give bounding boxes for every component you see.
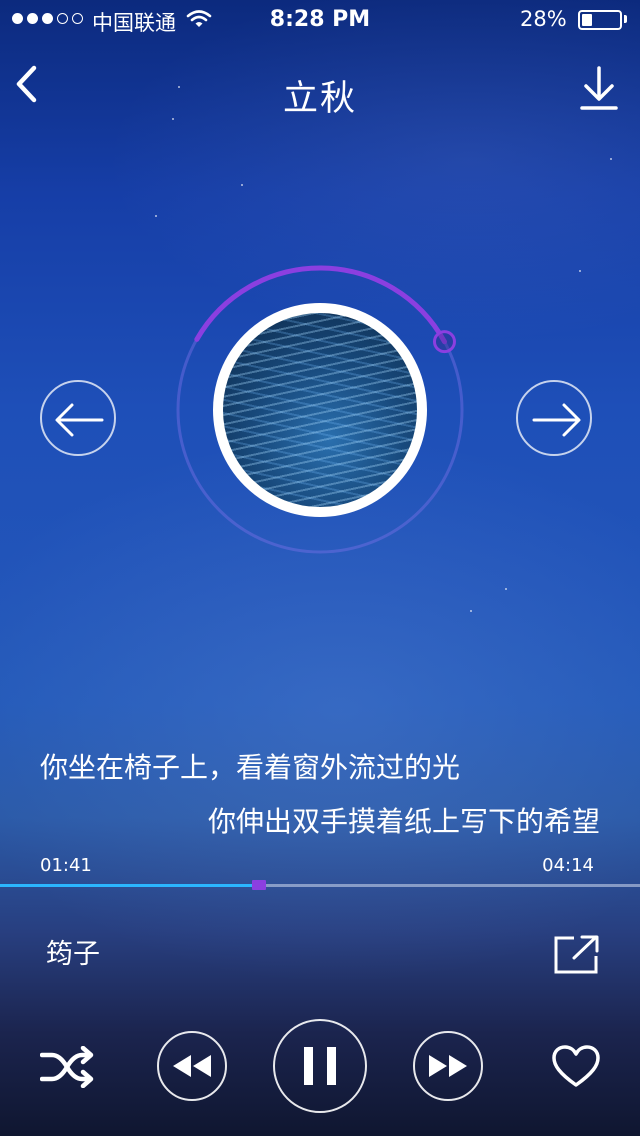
- song-title: 立秋: [282, 79, 357, 119]
- progress-thumb[interactable]: [252, 880, 267, 890]
- pause-button[interactable]: [273, 1019, 367, 1113]
- rewind-button[interactable]: [157, 1031, 227, 1101]
- battery-percent: 28%: [520, 7, 567, 31]
- artist-name: 筠子: [46, 939, 100, 970]
- star: [241, 184, 243, 186]
- download-button[interactable]: [576, 64, 622, 114]
- battery-nub: [624, 15, 627, 23]
- arrow-right-icon: [532, 403, 581, 437]
- favorite-button[interactable]: [551, 1044, 601, 1090]
- share-icon: [554, 935, 599, 974]
- arrow-left-icon: [55, 403, 104, 437]
- star: [579, 270, 581, 272]
- album-art: [213, 303, 427, 517]
- star: [610, 158, 612, 160]
- progress-fill: [0, 884, 260, 887]
- shuffle-button[interactable]: [40, 1046, 94, 1088]
- download-icon: [580, 66, 618, 110]
- fast-forward-icon: [429, 1055, 467, 1077]
- shuffle-icon: [40, 1046, 94, 1088]
- time-total: 04:14: [542, 855, 594, 876]
- status-bar: 中国联通 8:28 PM 28%: [0, 0, 640, 40]
- star: [155, 215, 157, 217]
- next-song-button[interactable]: [516, 380, 592, 456]
- star: [470, 610, 472, 612]
- share-button[interactable]: [552, 934, 600, 974]
- progress-ring-knob: [432, 330, 456, 354]
- lyric-line-next: 你伸出双手摸着纸上写下的希望: [207, 805, 600, 838]
- pause-icon: [304, 1047, 336, 1085]
- previous-song-button[interactable]: [40, 380, 116, 456]
- lyric-line-current: 你坐在椅子上，看着窗外流过的光: [40, 751, 461, 784]
- star: [505, 588, 507, 590]
- progress-bar[interactable]: [0, 880, 640, 890]
- battery-level-fill: [582, 14, 592, 26]
- heart-icon: [552, 1045, 600, 1087]
- album-disc: [170, 260, 470, 560]
- time-elapsed: 01:41: [40, 855, 92, 876]
- rewind-icon: [173, 1055, 211, 1077]
- fast-forward-button[interactable]: [413, 1031, 483, 1101]
- battery-icon: [578, 10, 622, 30]
